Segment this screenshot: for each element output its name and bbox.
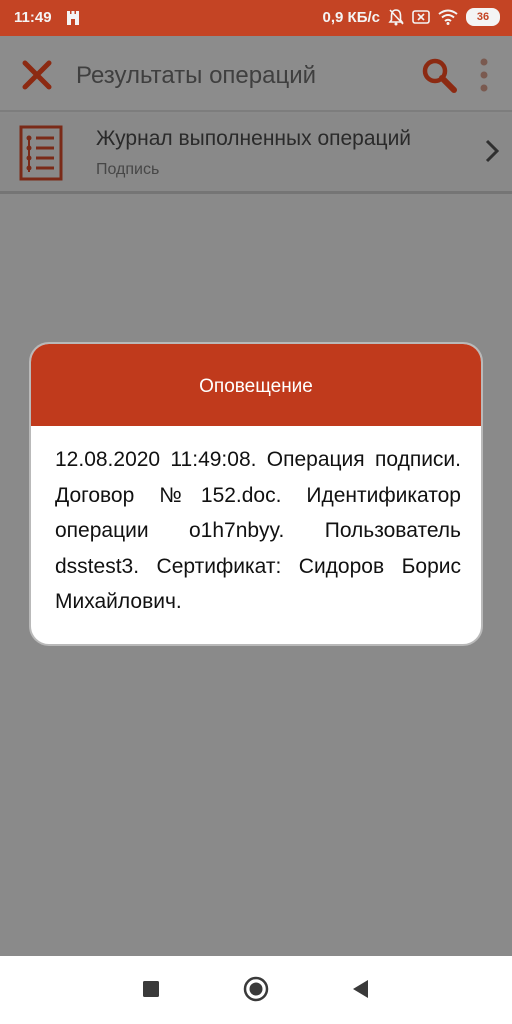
dialog-header: Оповещение bbox=[31, 344, 481, 426]
more-vert-icon[interactable] bbox=[474, 56, 494, 96]
search-icon[interactable] bbox=[420, 56, 458, 94]
list-item-journal[interactable]: Журнал выполненных операций Подпись bbox=[0, 114, 512, 194]
alert-dialog: Оповещение 12.08.2020 11:49:08. Операция… bbox=[29, 342, 483, 646]
status-bar: 11:49 0,9 КБ/с 36 bbox=[0, 0, 512, 36]
list-item-subtitle: Подпись bbox=[96, 161, 160, 178]
app-notification-icon bbox=[67, 11, 79, 25]
dialog-title: Оповещение bbox=[199, 376, 313, 397]
recents-square-icon[interactable] bbox=[138, 976, 164, 1002]
wifi-icon bbox=[438, 9, 458, 25]
chevron-right-icon bbox=[485, 139, 500, 163]
app-bar: Результаты операций bbox=[0, 36, 512, 112]
page-title: Результаты операций bbox=[76, 62, 317, 89]
status-indicators: 0,9 КБ/с 36 bbox=[323, 8, 500, 26]
network-speed: 0,9 КБ/с bbox=[322, 8, 380, 26]
battery-icon: 36 bbox=[466, 8, 500, 26]
list-item-title: Журнал выполненных операций bbox=[96, 127, 412, 150]
navigation-bar bbox=[0, 956, 512, 1024]
back-triangle-icon[interactable] bbox=[348, 976, 374, 1002]
home-circle-icon[interactable] bbox=[243, 976, 269, 1002]
status-time: 11:49 bbox=[14, 9, 52, 26]
sim-icon bbox=[412, 10, 430, 24]
mute-bell-icon bbox=[388, 9, 404, 26]
dialog-message: 12.08.2020 11:49:08. Операция подписи. Д… bbox=[55, 448, 461, 613]
close-icon[interactable] bbox=[18, 56, 56, 94]
journal-list-icon bbox=[19, 125, 63, 181]
